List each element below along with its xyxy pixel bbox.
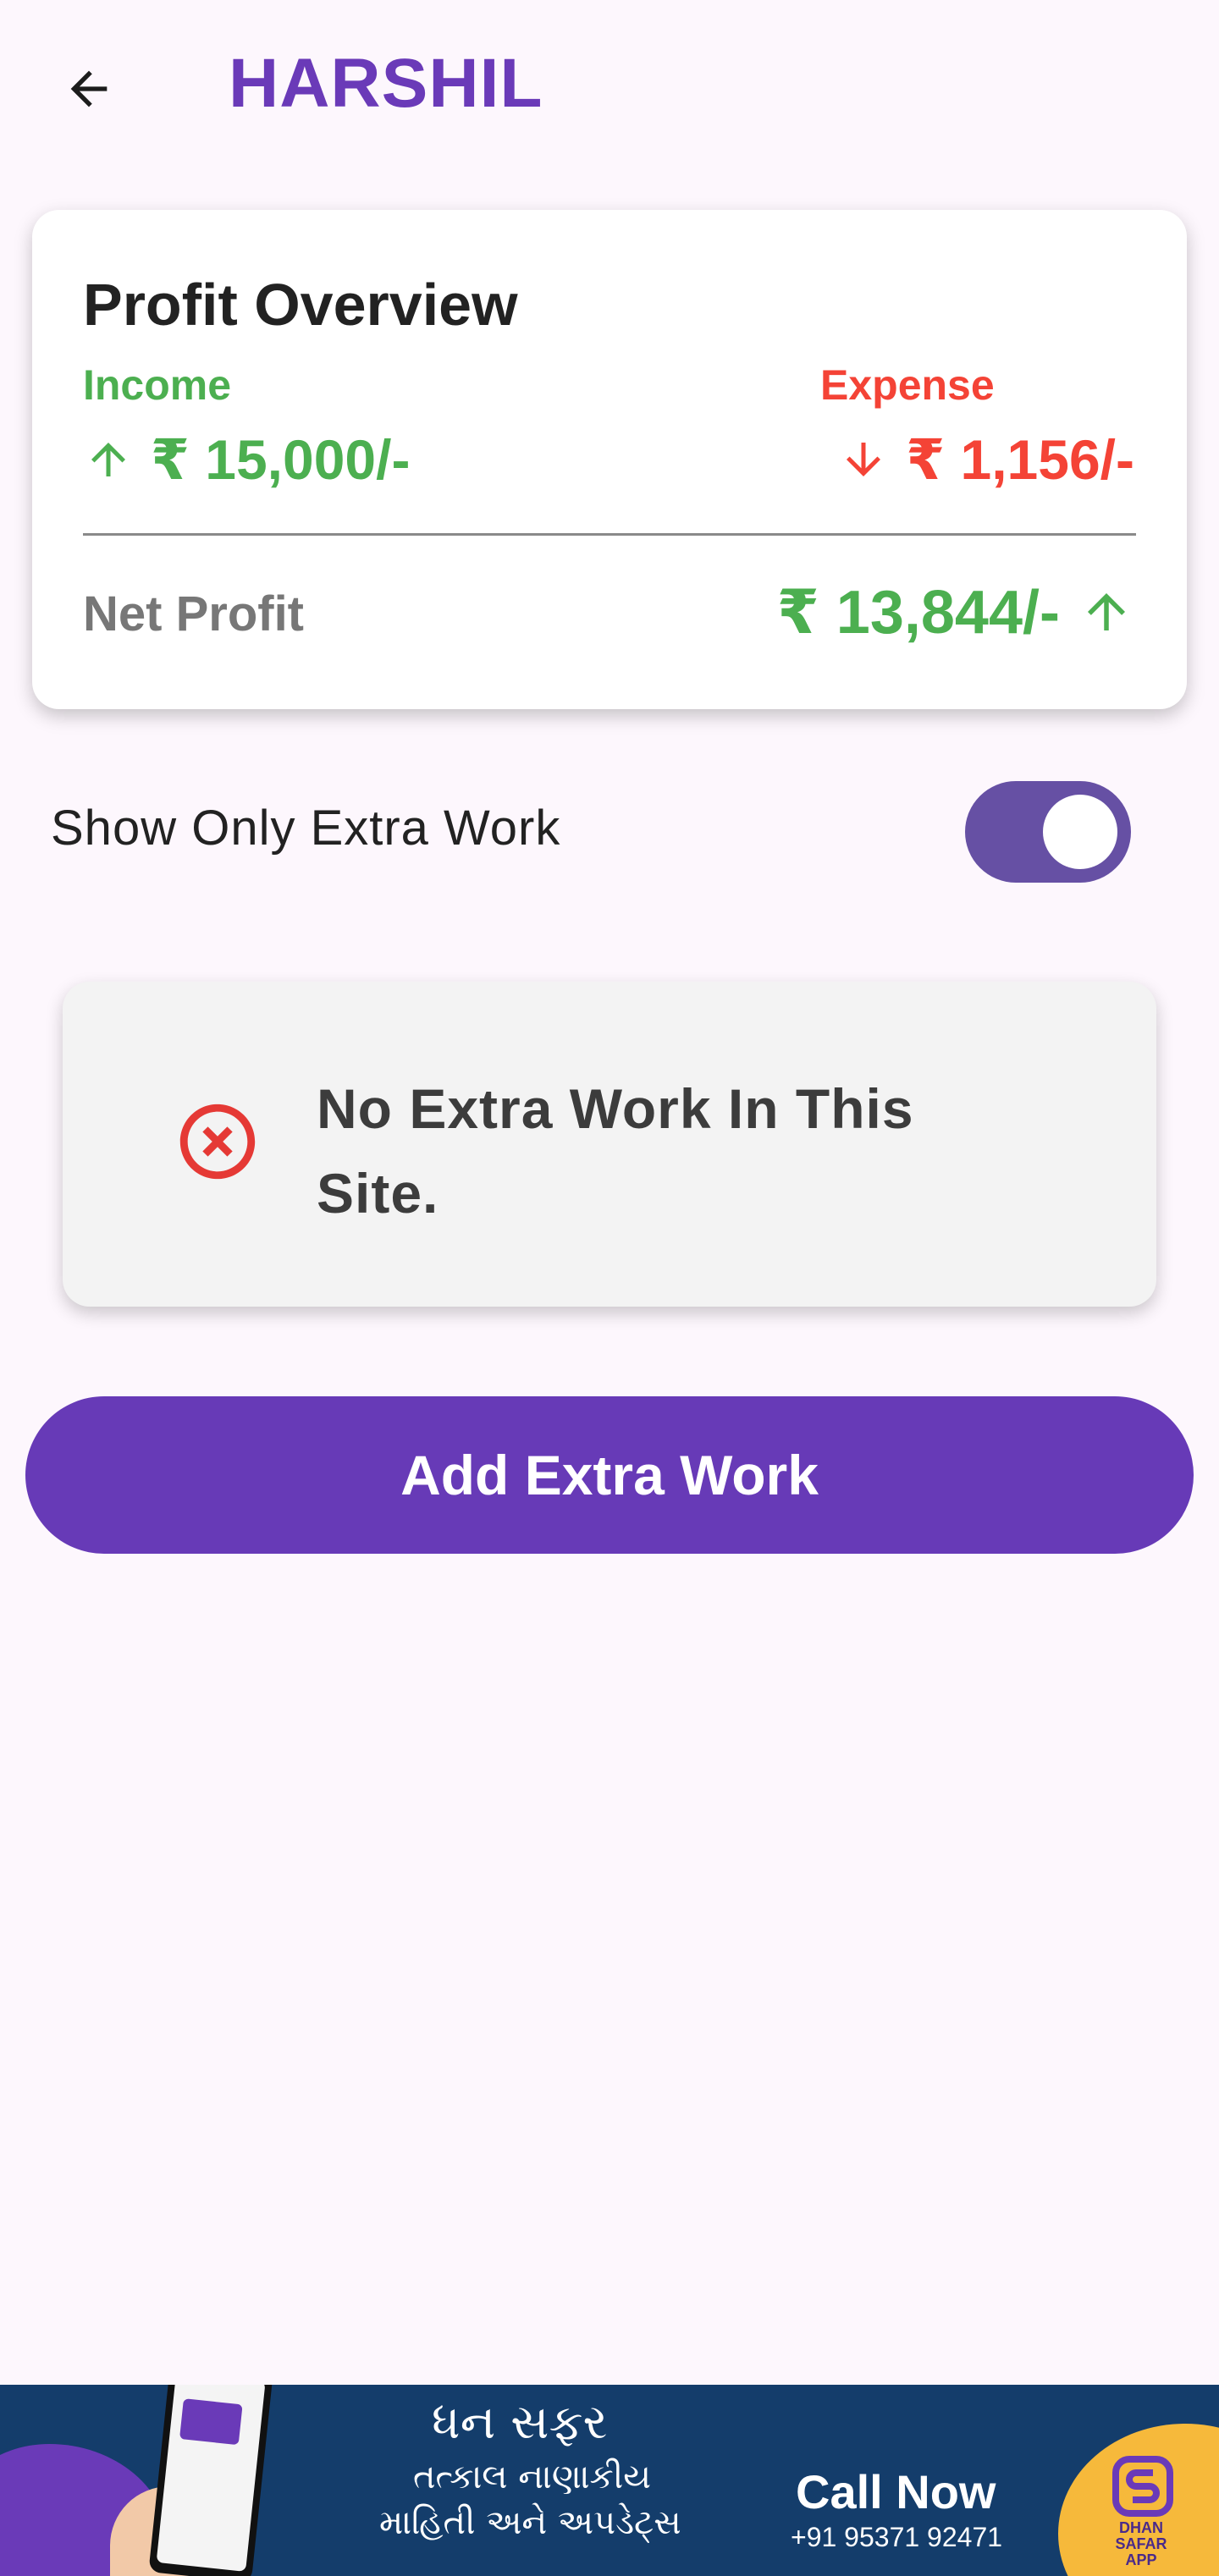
banner-phone-number: +91 95371 92471 [791,2522,1003,2552]
income-row: ₹ 15,000/- [83,421,410,498]
page-title: HARSHIL [229,45,543,122]
phone-screen [156,2385,266,2572]
arrow-down-icon [847,443,881,476]
add-extra-work-button[interactable]: Add Extra Work [25,1396,1194,1554]
banner-tagline-2: માહિતી અને અપડેટ્સ [379,2503,681,2542]
expense-value: ₹ 1,156/- [906,427,1134,491]
net-profit-label: Net Profit [83,586,304,641]
dhan-safar-logo-icon [1100,2452,1185,2520]
error-circle-icon [179,1104,256,1180]
banner-brand-text: ધન સફર [432,2395,608,2450]
show-only-extra-work-toggle[interactable] [965,781,1131,883]
empty-state-line-2: Site. [317,1162,439,1225]
toggle-knob [1043,795,1117,869]
app-bar: HARSHIL [0,0,1219,178]
back-button[interactable] [42,42,135,135]
arrow-up-icon [1088,593,1125,630]
profit-overview-card: Profit Overview Income Expense ₹ 15,000/… [32,210,1187,709]
empty-state-message: No Extra Work In This Site. [317,1066,994,1236]
income-value: ₹ 15,000/- [151,427,411,491]
net-profit-value: ₹ 13,844/- [776,579,1060,647]
ad-banner[interactable]: ધન સફર તત્કાલ નાણાકીય માહિતી અને અપડેટ્સ… [0,2385,1219,2576]
phone-card-illustration [179,2398,243,2446]
net-profit-row: ₹ 13,844/- [777,574,1134,650]
divider [83,533,1136,536]
empty-state-line-1: No Extra Work In This [317,1077,914,1140]
arrow-up-icon [91,443,125,476]
income-label: Income [83,361,232,409]
expense-label: Expense [820,361,995,409]
profit-overview-title: Profit Overview [83,272,518,338]
banner-tagline-1: તત્કાલ નાણાકીય [413,2458,651,2496]
banner-call-now[interactable]: Call Now [796,2464,996,2519]
banner-logo-text: DHAN SAFAR APP [1115,2519,1167,2568]
expense-row: ₹ 1,156/- [838,421,1134,498]
show-only-extra-work-label: Show Only Extra Work [51,801,561,856]
empty-state-card: No Extra Work In This Site. [63,982,1156,1307]
phone-illustration [148,2385,273,2576]
arrow-back-icon [70,70,108,107]
